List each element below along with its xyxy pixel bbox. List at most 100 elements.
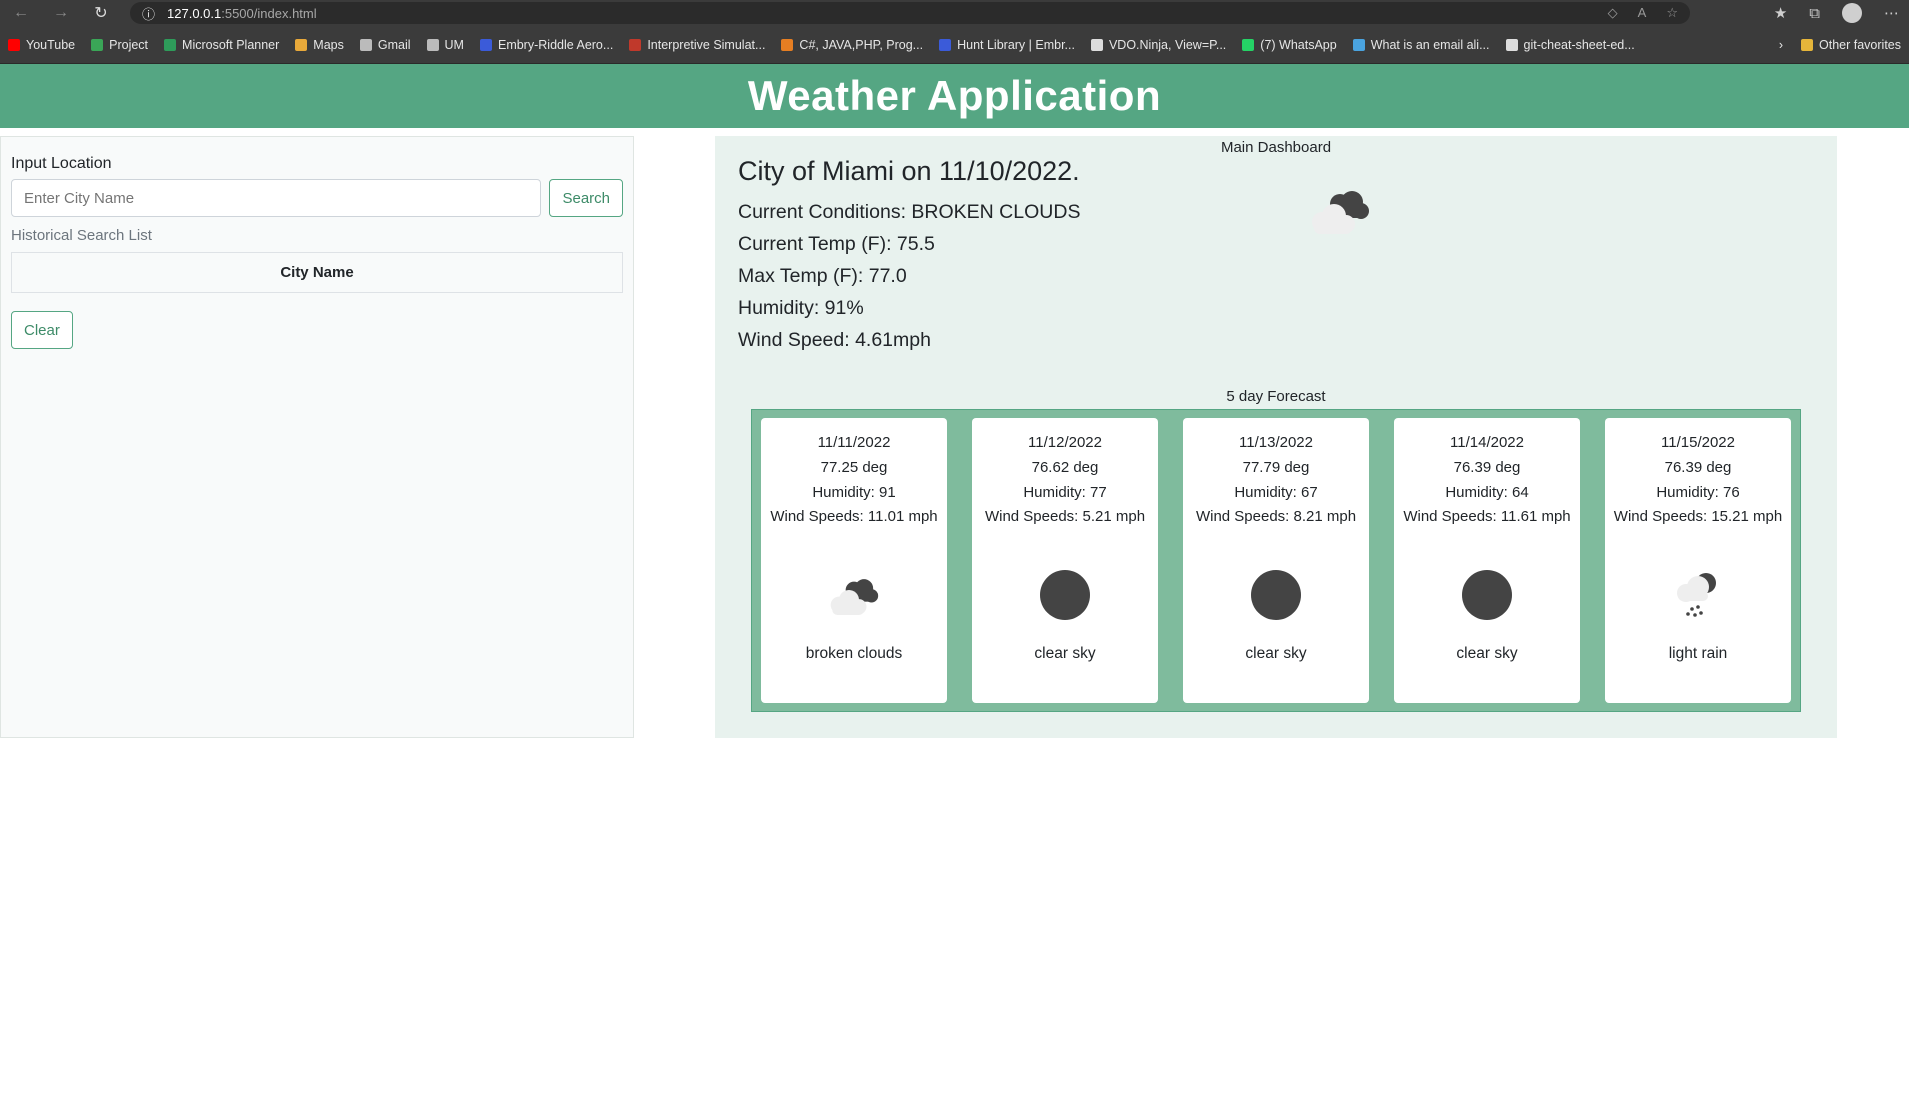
forecast-card: 11/15/2022 76.39 deg Humidity: 76 Wind Spee… [1605,418,1791,703]
light-rain-icon [1668,567,1728,623]
forecast-container: 11/11/2022 77.25 deg Humidity: 91 Wind Spee… [751,409,1801,712]
forecast-card: 11/11/2022 77.25 deg Humidity: 91 Wind Spee… [761,418,947,703]
bookmark-label: C#, JAVA,PHP, Prog... [799,37,924,52]
forecast-date: 11/13/2022 [1239,434,1313,451]
current-conditions: Current Conditions: BROKEN CLOUDS [738,201,1081,223]
current-temp: Current Temp (F): 75.5 [738,233,935,255]
history-table-header: City Name [280,264,354,281]
bookmark-label: Maps [313,37,344,52]
broken-clouds-icon [1300,180,1380,245]
bookmark-item[interactable]: YouTube [8,38,75,52]
forecast-humidity: Humidity: 67 [1234,484,1318,501]
bookmark-favicon-icon [939,38,952,51]
forecast-wind: Wind Speeds: 11.61 mph [1403,508,1571,525]
bookmark-label: Other favorites [1819,37,1901,52]
add-favorite-icon[interactable]: ☆ [1666,5,1678,21]
bookmark-favicon-icon [164,38,177,51]
clear-history-button[interactable]: Clear [11,311,73,349]
search-panel: Input Location Search Historical Search … [0,136,634,738]
bookmark-label: Gmail [377,37,411,52]
bookmark-item[interactable]: git-cheat-sheet-ed... [1505,37,1635,52]
forecast-card: 11/14/2022 76.39 deg Humidity: 64 Wind Spee… [1394,418,1580,703]
forecast-date: 11/15/2022 [1661,434,1735,451]
forecast-temp: 77.79 deg [1242,459,1310,476]
bookmark-item[interactable]: What is an email ali... [1352,37,1490,52]
bookmark-item[interactable]: Microsoft Planner [164,38,279,52]
bookmark-label: UM [444,37,464,52]
dashboard-caption: Main Dashboard [1220,139,1332,156]
bookmark-favicon-icon [1352,38,1365,51]
forecast-date: 11/12/2022 [1028,434,1102,451]
site-info-icon[interactable]: ⓘ [142,4,155,23]
bookmark-label: Microsoft Planner [182,37,280,52]
bookmark-other-favorites[interactable]: Other favorites [1801,38,1901,52]
back-icon[interactable]: ← [10,4,32,22]
forecast-humidity: Humidity: 64 [1445,484,1529,501]
history-label: Historical Search List [11,227,152,244]
main-dashboard: Main Dashboard City of Miami on 11/10/20… [715,136,1837,738]
bookmark-item[interactable]: Embry-Riddle Aero... [479,37,614,52]
bookmark-favicon-icon [426,38,439,51]
url-host: 127.0.0.1 [167,5,222,21]
forecast-date: 11/14/2022 [1450,434,1524,451]
forecast-temp: 76.62 deg [1031,459,1099,476]
bookmark-favicon-icon [1090,38,1103,51]
bookmark-item[interactable]: (7) WhatsApp [1242,37,1337,52]
collections-icon[interactable]: ⧉ [1809,5,1820,22]
bookmark-item[interactable]: UM [426,37,464,52]
max-temp: Max Temp (F): 77.0 [738,265,907,287]
bookmark-item[interactable]: Project [91,38,148,52]
forecast-caption: 5 day Forecast [1226,388,1326,405]
bookmark-favicon-icon [8,38,20,51]
address-bar[interactable]: ⓘ 127.0.0.1:5500/index.html ◇ A ☆ [130,2,1690,24]
city-search-input[interactable] [11,179,542,217]
bookmark-item[interactable]: VDO.Ninja, View=P... [1090,38,1226,52]
forecast-temp: 76.39 deg [1453,459,1521,476]
bookmark-label: git-cheat-sheet-ed... [1523,37,1635,52]
bookmark-label: What is an email ali... [1370,37,1490,52]
bookmark-favicon-icon [295,38,308,51]
history-table: City Name [11,252,623,293]
clear-sky-icon [1038,567,1092,623]
forecast-wind: Wind Speeds: 11.01 mph [770,508,938,525]
forecast-date: 11/11/2022 [817,434,891,451]
bookmark-favicon-icon [91,38,104,51]
location-label: Input Location [11,155,112,172]
forecast-description: broken clouds [805,645,903,662]
current-wind-speed: Wind Speed: 4.61mph [738,329,931,351]
forecast-temp: 77.25 deg [820,459,888,476]
forecast-description: clear sky [1456,645,1518,662]
forecast-humidity: Humidity: 76 [1656,484,1740,501]
forward-icon[interactable]: → [50,4,72,22]
extension-icon[interactable]: ◇ [1608,5,1618,21]
bookmark-label: (7) WhatsApp [1260,37,1337,52]
bookmark-item[interactable]: Gmail [359,37,411,52]
bookmark-item[interactable]: Hunt Library | Embr... [939,38,1075,52]
more-menu-icon[interactable]: ⋯ [1884,4,1899,22]
bookmark-label: Hunt Library | Embr... [957,37,1075,52]
read-aloud-icon[interactable]: A [1638,5,1647,21]
broken-clouds-icon [819,567,889,623]
folder-icon [1801,38,1814,51]
bookmark-label: YouTube [26,37,76,52]
bookmark-favicon-icon [359,38,372,51]
forecast-description: light rain [1668,645,1728,662]
forecast-humidity: Humidity: 91 [812,484,896,501]
bookmark-item[interactable]: Interpretive Simulat... [629,38,765,52]
bookmark-item[interactable]: C#, JAVA,PHP, Prog... [781,38,923,52]
reload-icon[interactable]: ↻ [90,3,112,23]
browser-toolbar: ← → ↻ ⓘ 127.0.0.1:5500/index.html ◇ A ☆ … [0,0,1909,26]
bookmark-label: Embry-Riddle Aero... [497,37,614,52]
search-button[interactable]: Search [549,179,623,217]
forecast-card: 11/12/2022 76.62 deg Humidity: 77 Wind Spee… [972,418,1158,703]
bookmarks-bar: YouTube Project Microsoft Planner Maps Gmail… [0,26,1909,64]
bookmarks-overflow-icon[interactable]: › [1779,38,1783,52]
bookmark-item[interactable]: Maps [295,38,344,52]
clear-sky-icon [1460,567,1514,623]
profile-avatar[interactable] [1842,3,1862,23]
forecast-temp: 76.39 deg [1664,459,1732,476]
clear-sky-icon [1249,567,1303,623]
favorites-icon[interactable]: ★ [1774,4,1787,22]
forecast-humidity: Humidity: 77 [1023,484,1107,501]
bookmark-favicon-icon [1242,38,1255,51]
